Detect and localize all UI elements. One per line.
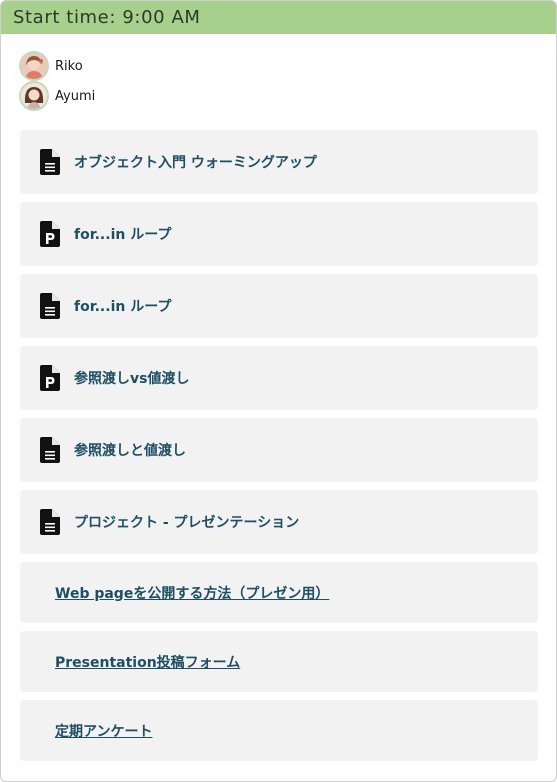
material-list: オブジェクト入門 ウォーミングアップ for...in ループ for...in… <box>1 130 556 761</box>
presentation-form-link[interactable]: Presentation投稿フォーム <box>55 652 240 672</box>
material-title[interactable]: for...in ループ <box>74 296 171 316</box>
person-name[interactable]: Ayumi <box>55 89 95 104</box>
start-time-header: Start time: 9:00 AM <box>1 1 556 34</box>
avatar[interactable] <box>19 51 49 81</box>
document-icon <box>40 293 60 319</box>
material-title[interactable]: 参照渡しvs値渡し <box>74 368 189 388</box>
document-icon <box>40 437 60 463</box>
material-title[interactable]: オブジェクト入門 ウォーミングアップ <box>74 152 317 172</box>
material-card[interactable]: オブジェクト入門 ウォーミングアップ <box>20 130 538 194</box>
link-card[interactable]: Web pageを公開する方法（プレゼン用） <box>20 562 538 623</box>
person-ayumi[interactable]: Ayumi <box>19 81 556 111</box>
people-list: Riko Ayumi <box>1 34 556 130</box>
link-card[interactable]: Presentation投稿フォーム <box>20 631 538 692</box>
presentation-icon <box>40 365 60 391</box>
schedule-panel: Start time: 9:00 AM Riko Ayumi オブジェクト入門 … <box>0 0 557 782</box>
link-card[interactable]: 定期アンケート <box>20 700 538 761</box>
material-title[interactable]: 参照渡しと値渡し <box>74 440 186 460</box>
material-card[interactable]: for...in ループ <box>20 202 538 266</box>
material-card[interactable]: 参照渡しと値渡し <box>20 418 538 482</box>
material-card[interactable]: プロジェクト - プレゼンテーション <box>20 490 538 554</box>
publish-webpage-link[interactable]: Web pageを公開する方法（プレゼン用） <box>55 583 329 603</box>
survey-link[interactable]: 定期アンケート <box>55 721 152 741</box>
material-card[interactable]: 参照渡しvs値渡し <box>20 346 538 410</box>
presentation-icon <box>40 221 60 247</box>
document-icon <box>40 149 60 175</box>
material-title[interactable]: プロジェクト - プレゼンテーション <box>74 512 299 532</box>
person-riko[interactable]: Riko <box>19 51 556 81</box>
material-title[interactable]: for...in ループ <box>74 224 171 244</box>
avatar[interactable] <box>19 81 49 111</box>
document-icon <box>40 509 60 535</box>
material-card[interactable]: for...in ループ <box>20 274 538 338</box>
avatar-photo-riko <box>21 53 47 79</box>
person-name[interactable]: Riko <box>55 59 83 74</box>
start-time-label: Start time: 9:00 AM <box>13 7 201 28</box>
avatar-photo-ayumi <box>21 83 47 109</box>
